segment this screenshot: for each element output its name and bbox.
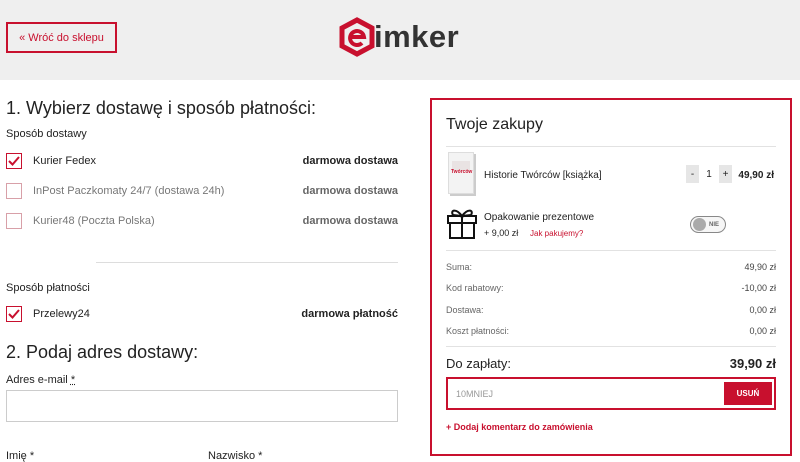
last-name-label: Nazwisko * bbox=[208, 450, 263, 462]
delivery-option-label: Kurier48 (Poczta Polska) bbox=[33, 215, 155, 227]
delivery-title: Sposób dostawy bbox=[6, 128, 87, 140]
payment-option-label: Przelewy24 bbox=[33, 308, 90, 320]
gift-wrap-info-link[interactable]: Jak pakujemy? bbox=[530, 229, 583, 238]
email-label: Adres e-mail * bbox=[6, 374, 76, 386]
required-mark: * bbox=[29, 450, 35, 462]
gift-icon bbox=[447, 209, 477, 239]
logo-hexagon-icon bbox=[339, 17, 375, 57]
delivery-option-price: darmowa dostawa bbox=[302, 185, 398, 197]
required-mark: * bbox=[258, 450, 263, 462]
gift-wrap-toggle[interactable]: NIE bbox=[690, 216, 726, 233]
promo-code-field[interactable]: 10MNIEJ USUŃ bbox=[446, 377, 776, 410]
summary-row-subtotal: Suma: 49,90 zł bbox=[446, 262, 776, 272]
cart-divider bbox=[446, 146, 776, 147]
email-field[interactable] bbox=[6, 390, 398, 422]
product-image[interactable]: Twórców bbox=[448, 152, 474, 194]
quantity-minus-button[interactable]: - bbox=[686, 165, 699, 183]
logo-text: imker bbox=[374, 19, 460, 54]
payment-option-price: darmowa płatność bbox=[301, 308, 398, 320]
delivery-option-price: darmowa dostawa bbox=[302, 215, 398, 227]
total-row: Do zapłaty: 39,90 zł bbox=[446, 356, 776, 371]
required-mark: * bbox=[70, 374, 76, 386]
delivery-option-label: InPost Paczkomaty 24/7 (dostawa 24h) bbox=[33, 185, 225, 197]
total-value: 39,90 zł bbox=[729, 356, 776, 371]
cart-divider bbox=[446, 346, 776, 347]
payment-checkbox-przelewy24[interactable] bbox=[6, 306, 22, 322]
gift-wrap-label: Opakowanie prezentowe bbox=[484, 212, 595, 223]
summary-row-payment-cost: Koszt płatności: 0,00 zł bbox=[446, 326, 776, 336]
step1-title: 1. Wybierz dostawę i sposób płatności: bbox=[6, 98, 316, 118]
section-divider bbox=[96, 262, 398, 263]
step2-title: 2. Podaj adres dostawy: bbox=[6, 342, 199, 362]
check-icon bbox=[8, 309, 20, 319]
back-to-shop-button[interactable]: « Wróć do sklepu bbox=[6, 22, 117, 53]
first-name-label: Imię * bbox=[6, 450, 35, 462]
remove-promo-button[interactable]: USUŃ bbox=[724, 382, 772, 405]
delivery-option-inpost[interactable]: InPost Paczkomaty 24/7 (dostawa 24h) dar… bbox=[6, 181, 398, 201]
product-cover-text: Twórców bbox=[451, 169, 473, 175]
logo[interactable]: imker bbox=[338, 16, 459, 58]
cart-divider bbox=[446, 250, 776, 251]
delivery-checkbox-inpost[interactable] bbox=[6, 183, 22, 199]
cart-title: Twoje zakupy bbox=[446, 116, 543, 133]
total-label: Do zapłaty: bbox=[446, 356, 512, 371]
delivery-checkbox-fedex[interactable] bbox=[6, 153, 22, 169]
delivery-checkbox-kurier48[interactable] bbox=[6, 213, 22, 229]
payment-title: Sposób płatności bbox=[6, 282, 90, 294]
delivery-option-price: darmowa dostawa bbox=[302, 155, 398, 167]
add-comment-link[interactable]: + Dodaj komentarz do zamówienia bbox=[446, 422, 593, 432]
toggle-label: NIE bbox=[709, 221, 720, 228]
promo-code-value: 10MNIEJ bbox=[456, 388, 494, 399]
check-icon bbox=[8, 156, 20, 166]
payment-option-przelewy24[interactable]: Przelewy24 darmowa płatność bbox=[6, 304, 398, 324]
page-header: « Wróć do sklepu imker bbox=[0, 0, 800, 80]
quantity-plus-button[interactable]: + bbox=[719, 165, 732, 183]
cart-summary: Twoje zakupy Twórców Historie Twórców [k… bbox=[430, 98, 792, 456]
quantity-stepper: - 1 + bbox=[686, 165, 732, 183]
delivery-option-kurier48[interactable]: Kurier48 (Poczta Polska) darmowa dostawa bbox=[6, 211, 398, 231]
toggle-knob bbox=[693, 218, 706, 231]
product-price: 49,90 zł bbox=[738, 170, 774, 181]
delivery-option-fedex[interactable]: Kurier Fedex darmowa dostawa bbox=[6, 151, 398, 171]
gift-wrap-price: + 9,00 zł bbox=[484, 228, 519, 238]
quantity-value[interactable]: 1 bbox=[699, 165, 719, 183]
summary-row-delivery: Dostawa: 0,00 zł bbox=[446, 305, 776, 315]
product-name: Historie Twórców [książka] bbox=[484, 170, 602, 181]
summary-row-discount: Kod rabatowy: -10,00 zł bbox=[446, 283, 776, 293]
delivery-option-label: Kurier Fedex bbox=[33, 155, 96, 167]
